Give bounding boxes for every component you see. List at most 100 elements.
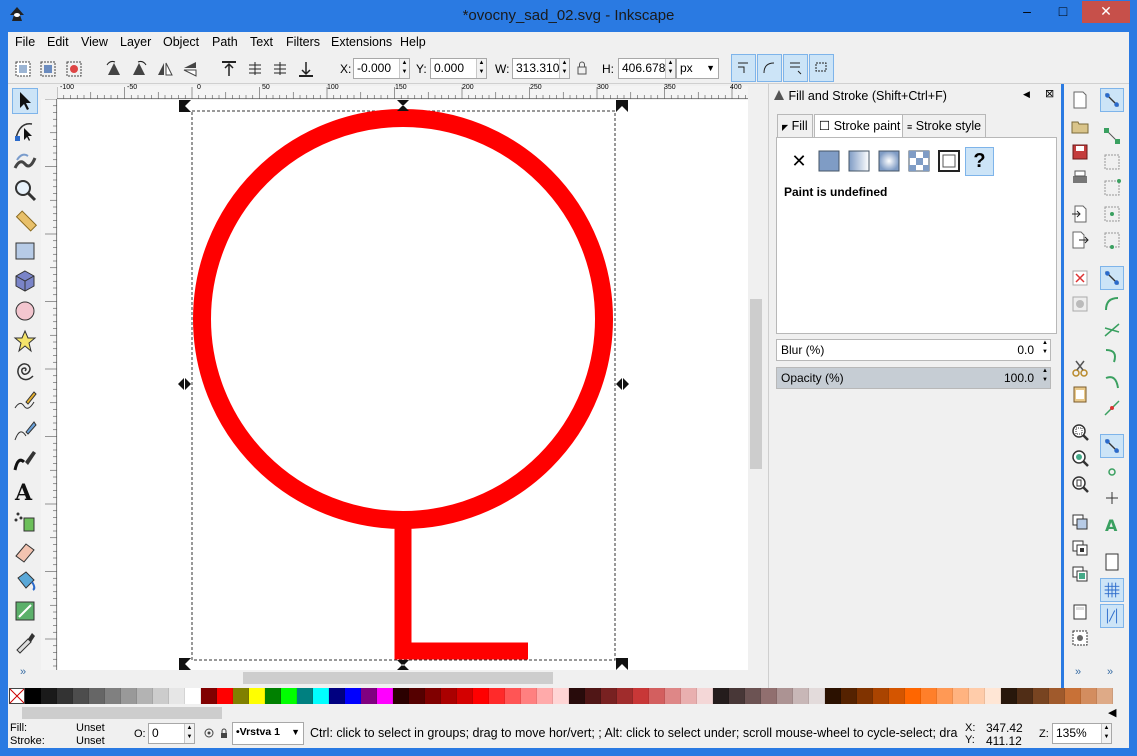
clock-shape[interactable] — [193, 109, 613, 660]
move-gradients-toggle[interactable] — [783, 54, 808, 82]
color-swatch[interactable] — [489, 688, 505, 704]
menu-extensions[interactable]: Extensions — [331, 35, 392, 49]
raise-icon[interactable] — [245, 59, 265, 79]
scale-handle-n[interactable] — [397, 100, 409, 111]
color-swatch[interactable] — [249, 688, 265, 704]
clone-icon[interactable] — [1070, 538, 1090, 558]
snap-object-centers-icon[interactable] — [1100, 460, 1124, 484]
color-swatch[interactable] — [1081, 688, 1097, 704]
flip-vertical-icon[interactable] — [180, 59, 200, 79]
zoom-page-icon[interactable] — [1070, 474, 1090, 494]
tab-fill[interactable]: ◤ Fill — [777, 114, 813, 138]
scale-corners-toggle[interactable] — [757, 54, 782, 82]
w-field[interactable]: 313.310 ▲ ▼ — [512, 58, 570, 79]
color-swatch[interactable] — [41, 688, 57, 704]
dialog-iconify-icon[interactable]: ◀ — [1023, 89, 1030, 100]
color-swatch[interactable] — [105, 688, 121, 704]
menu-filters[interactable]: Filters — [286, 35, 320, 49]
node-tool[interactable] — [12, 118, 38, 144]
vertical-scrollbar[interactable] — [748, 99, 764, 670]
lock-icon[interactable] — [574, 60, 590, 76]
ungroup-icon[interactable] — [1070, 628, 1090, 648]
color-swatch[interactable] — [377, 688, 393, 704]
h-field[interactable]: 406.678 ▲ ▼ — [618, 58, 676, 79]
flat-color-button[interactable] — [817, 149, 841, 173]
color-swatch[interactable] — [329, 688, 345, 704]
color-swatch[interactable] — [1049, 688, 1065, 704]
x-field[interactable]: -0.000 ▲ ▼ — [353, 58, 410, 79]
scale-handle-nw[interactable] — [179, 100, 191, 112]
zoom-drawing-icon[interactable] — [1070, 448, 1090, 468]
zoom-selection-icon[interactable] — [1070, 422, 1090, 442]
radial-gradient-button[interactable] — [877, 149, 901, 173]
color-swatch[interactable] — [537, 688, 553, 704]
drawing-canvas[interactable] — [58, 100, 748, 670]
color-swatch[interactable] — [345, 688, 361, 704]
select-all-layers-icon[interactable] — [38, 59, 58, 79]
color-swatch[interactable] — [569, 688, 585, 704]
snap-bbox-icon[interactable] — [1100, 124, 1124, 148]
color-swatch[interactable] — [521, 688, 537, 704]
3dbox-tool[interactable] — [12, 268, 38, 294]
menu-path[interactable]: Path — [212, 35, 238, 49]
scale-handle-ne[interactable] — [616, 100, 628, 112]
color-swatch[interactable] — [553, 688, 569, 704]
color-swatch[interactable] — [457, 688, 473, 704]
select-all-icon[interactable] — [13, 59, 33, 79]
scale-handle-s[interactable] — [397, 660, 409, 670]
scale-handle-sw[interactable] — [179, 658, 191, 670]
snap-cusp-nodes-icon[interactable] — [1100, 344, 1124, 368]
color-swatch[interactable] — [201, 688, 217, 704]
minimize-button[interactable]: – — [1010, 1, 1044, 23]
menu-object[interactable]: Object — [163, 35, 199, 49]
unlink-clone-icon[interactable] — [1070, 564, 1090, 584]
opacity-field[interactable]: Opacity (%) 100.0 ▲ ▼ — [776, 367, 1051, 389]
pencil-tool[interactable] — [12, 388, 38, 414]
snap-nodes-icon[interactable] — [1100, 266, 1124, 290]
y-field[interactable]: 0.000 ▲ ▼ — [430, 58, 487, 79]
calligraphy-tool[interactable] — [12, 448, 38, 474]
lower-to-bottom-icon[interactable] — [296, 59, 316, 79]
pattern-button[interactable] — [907, 149, 931, 173]
stroke-value[interactable]: Unset — [76, 735, 105, 747]
open-icon[interactable] — [1070, 116, 1090, 136]
rectangle-tool[interactable] — [12, 238, 38, 264]
undo-icon[interactable] — [1070, 268, 1090, 288]
snap-text-baseline-icon[interactable]: A — [1100, 512, 1124, 536]
scale-handle-e[interactable] — [616, 378, 629, 390]
spray-tool[interactable] — [12, 508, 38, 534]
save-icon[interactable] — [1070, 142, 1090, 162]
commands-overflow-icon[interactable]: » — [1075, 666, 1081, 678]
y-spin-arrows[interactable]: ▲ ▼ — [476, 59, 486, 78]
snap-bbox-center-icon[interactable] — [1100, 228, 1124, 252]
color-swatch[interactable] — [89, 688, 105, 704]
deselect-icon[interactable] — [64, 59, 84, 79]
snap-grid-icon[interactable] — [1100, 578, 1124, 602]
menu-text[interactable]: Text — [250, 35, 273, 49]
star-tool[interactable] — [12, 328, 38, 354]
rotate-cw-icon[interactable] — [129, 59, 149, 79]
color-swatch[interactable] — [1033, 688, 1049, 704]
color-swatch[interactable] — [937, 688, 953, 704]
color-swatch[interactable] — [617, 688, 633, 704]
snap-smooth-nodes-icon[interactable] — [1100, 370, 1124, 394]
fill-value[interactable]: Unset — [76, 722, 105, 734]
scale-handle-se[interactable] — [616, 658, 628, 670]
tab-stroke-paint[interactable]: ☐ Stroke paint — [814, 114, 906, 138]
color-swatch[interactable] — [729, 688, 745, 704]
vertical-scroll-thumb[interactable] — [750, 299, 762, 469]
snap-enable-icon[interactable] — [1100, 88, 1124, 112]
color-swatch[interactable] — [281, 688, 297, 704]
color-swatch[interactable] — [409, 688, 425, 704]
layer-lock-icon[interactable] — [218, 727, 230, 739]
move-patterns-toggle[interactable] — [809, 54, 834, 82]
zoom-spin-arrows[interactable]: ▲ ▼ — [1101, 724, 1111, 743]
red-circle[interactable] — [193, 109, 613, 529]
color-swatch[interactable] — [121, 688, 137, 704]
color-swatch[interactable] — [1097, 688, 1113, 704]
cut-icon[interactable] — [1070, 358, 1090, 378]
color-swatch[interactable] — [809, 688, 825, 704]
snap-paths-icon[interactable] — [1100, 292, 1124, 316]
toolbox-overflow-icon[interactable]: » — [20, 666, 26, 678]
unit-select[interactable]: px ▼ — [676, 58, 719, 79]
